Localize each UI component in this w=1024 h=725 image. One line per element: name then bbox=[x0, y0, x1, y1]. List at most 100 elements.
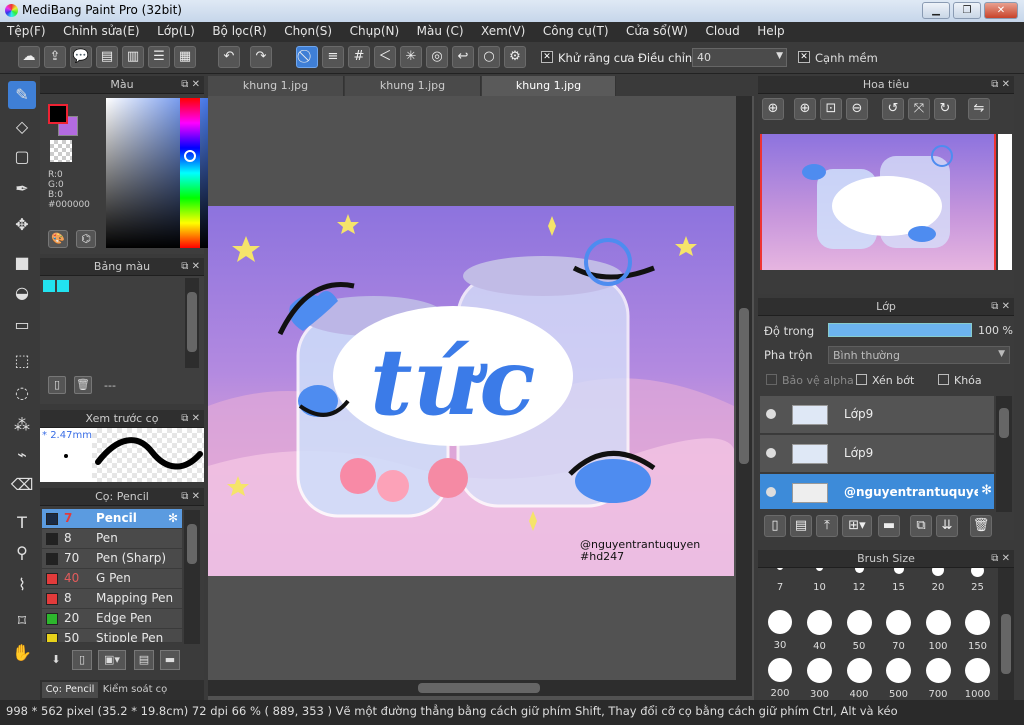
gear-icon[interactable]: ✻ bbox=[168, 511, 178, 525]
brush-tool-icon[interactable]: ✎ bbox=[8, 81, 36, 109]
tab-document-1[interactable]: khung 1.jpg bbox=[208, 76, 344, 96]
grid-snap-icon[interactable]: # bbox=[348, 46, 370, 68]
fit-screen-icon[interactable]: ⤧ bbox=[908, 98, 930, 120]
brush-size-option[interactable]: 300 bbox=[800, 654, 840, 700]
cloud-icon[interactable]: ☁ bbox=[18, 46, 40, 68]
page-icon[interactable]: ▤ bbox=[96, 46, 118, 68]
antialias-checkbox[interactable]: ✕ bbox=[541, 51, 553, 63]
panel-close-icon[interactable]: ⧉ ✕ bbox=[991, 550, 1010, 568]
new-layer-icon[interactable]: ▯ bbox=[764, 515, 786, 537]
concentric-snap-icon[interactable]: ◎ bbox=[426, 46, 448, 68]
brush-item-mapping-pen[interactable]: 8 Mapping Pen bbox=[42, 589, 182, 609]
artwork[interactable]: tức @nguyentrantuquyen #hd247 bbox=[208, 206, 734, 576]
brush-size-scrollbar[interactable] bbox=[998, 568, 1014, 700]
menu-edit[interactable]: Chỉnh sửa(E) bbox=[56, 22, 147, 42]
soft-edge-checkbox[interactable]: ✕ bbox=[798, 51, 810, 63]
rotate-left-icon[interactable]: ↺ bbox=[882, 98, 904, 120]
circle-snap-icon[interactable]: ○ bbox=[478, 46, 500, 68]
palette-swatch[interactable] bbox=[57, 280, 69, 292]
scroll-thumb[interactable] bbox=[999, 408, 1009, 438]
menu-snap[interactable]: Chụp(N) bbox=[343, 22, 407, 42]
panel-close-icon[interactable]: ⧉ ✕ bbox=[181, 258, 200, 276]
perspective-snap-icon[interactable]: ＜ bbox=[374, 46, 396, 68]
protect-alpha-checkbox[interactable] bbox=[766, 374, 777, 385]
brush-options-icon[interactable]: ▣▾ bbox=[98, 650, 126, 670]
add-layer-options-icon[interactable]: ⊞▾ bbox=[842, 515, 872, 537]
select-eraser-icon[interactable]: ⌫ bbox=[8, 471, 36, 499]
opacity-slider[interactable] bbox=[828, 323, 972, 337]
hand-tool-icon[interactable]: ✋ bbox=[8, 639, 36, 667]
layer-row[interactable]: Lớp9 bbox=[760, 435, 994, 473]
menu-select[interactable]: Chọn(S) bbox=[277, 22, 339, 42]
brush-size-option[interactable]: 500 bbox=[879, 654, 919, 700]
clipping-checkbox[interactable] bbox=[856, 374, 867, 385]
palette-scrollbar[interactable] bbox=[185, 278, 199, 368]
panel-close-icon[interactable]: ⧉ ✕ bbox=[181, 76, 200, 94]
brush-size-option[interactable]: 700 bbox=[918, 654, 958, 700]
panel-close-icon[interactable]: ⧉ ✕ bbox=[991, 298, 1010, 316]
brush-size-option[interactable]: 200 bbox=[760, 654, 800, 700]
rotate-right-icon[interactable]: ↻ bbox=[934, 98, 956, 120]
menu-window[interactable]: Cửa sổ(W) bbox=[619, 22, 695, 42]
transparent-swatch[interactable] bbox=[50, 140, 72, 162]
layer-row-selected[interactable]: @nguyentrantuquyen ✻ bbox=[760, 474, 994, 510]
flip-icon[interactable]: ⇋ bbox=[968, 98, 990, 120]
eye-icon[interactable] bbox=[766, 448, 776, 458]
brush-settings-icon[interactable]: ▤ bbox=[134, 650, 154, 670]
scroll-thumb[interactable] bbox=[187, 524, 197, 564]
rectangle-tool-icon[interactable]: ▢ bbox=[8, 143, 36, 171]
menu-filter[interactable]: Bộ lọc(R) bbox=[205, 22, 273, 42]
layout-icon[interactable]: ▦ bbox=[174, 46, 196, 68]
brush-size-option[interactable]: 30 bbox=[760, 606, 800, 656]
hue-slider[interactable] bbox=[180, 98, 200, 248]
lock-checkbox[interactable] bbox=[938, 374, 949, 385]
brush-item-pencil[interactable]: 7 Pencil ✻ bbox=[42, 509, 182, 529]
panel-close-icon[interactable]: ⧉ ✕ bbox=[181, 488, 200, 506]
menu-color[interactable]: Màu (C) bbox=[410, 22, 471, 42]
eye-icon[interactable] bbox=[766, 487, 776, 497]
select-rect-icon[interactable]: ⬚ bbox=[8, 347, 36, 375]
primary-color-swatch[interactable] bbox=[48, 104, 68, 124]
brush-size-option[interactable]: 100 bbox=[918, 606, 958, 656]
bucket-tool-icon[interactable]: ◒ bbox=[8, 279, 36, 307]
canvas-horizontal-scrollbar[interactable] bbox=[208, 680, 752, 696]
brush-item-stipple-pen[interactable]: 50 Stipple Pen bbox=[42, 629, 182, 643]
eraser-tool-icon[interactable]: ◇ bbox=[8, 113, 36, 141]
hue-slider-handle[interactable] bbox=[184, 150, 196, 162]
move-tool-icon[interactable]: ✥ bbox=[8, 211, 36, 239]
tab-brush-control[interactable]: Kiểm soát cọ bbox=[100, 682, 170, 698]
trash-icon[interactable]: 🗑 bbox=[970, 515, 992, 537]
menu-layer[interactable]: Lớp(L) bbox=[150, 22, 202, 42]
scroll-thumb[interactable] bbox=[418, 683, 540, 693]
gradient-tool-icon[interactable]: ▭ bbox=[8, 311, 36, 339]
eyedropper-tool-icon[interactable]: ⌇ bbox=[8, 571, 36, 599]
zoom-actual-icon[interactable]: ⊡ bbox=[820, 98, 842, 120]
menu-tools[interactable]: Công cụ(T) bbox=[536, 22, 616, 42]
folder-icon[interactable]: ▬ bbox=[878, 515, 900, 537]
canvas-area[interactable]: tức @nguyentrantuquyen #hd247 bbox=[208, 96, 754, 700]
lasso-tool-icon[interactable]: ◌ bbox=[8, 379, 36, 407]
zoom-in-icon[interactable]: ⊕ bbox=[794, 98, 816, 120]
new-8bit-layer-icon[interactable]: ⤒ bbox=[816, 515, 838, 537]
comment-icon[interactable]: 💬 bbox=[70, 46, 92, 68]
brush-size-option[interactable]: 1000 bbox=[958, 654, 998, 700]
select-pen-icon[interactable]: ⌁ bbox=[8, 441, 36, 469]
scroll-thumb[interactable] bbox=[1001, 614, 1011, 674]
palette-icon[interactable]: 🎨 bbox=[48, 230, 68, 248]
menu-file[interactable]: Tệp(F) bbox=[0, 22, 53, 42]
brush-size-option[interactable]: 400 bbox=[839, 654, 879, 700]
gear-icon[interactable]: ✻ bbox=[981, 483, 992, 498]
scroll-thumb[interactable] bbox=[739, 308, 749, 464]
brush-item-pen-sharp[interactable]: 70 Pen (Sharp) bbox=[42, 549, 182, 569]
undo-icon[interactable]: ↶ bbox=[218, 46, 240, 68]
pen-tool-icon[interactable]: ✒ bbox=[8, 175, 36, 203]
parallel-snap-icon[interactable]: ≡ bbox=[322, 46, 344, 68]
layer-row[interactable]: Lớp9 bbox=[760, 396, 994, 434]
gear-icon[interactable]: ⚙ bbox=[504, 46, 526, 68]
tab-brush[interactable]: Cọ: Pencil bbox=[42, 682, 98, 698]
snap-off-icon[interactable]: ⃠ bbox=[296, 46, 318, 68]
tab-document-2[interactable]: khung 1.jpg bbox=[345, 76, 481, 96]
new-halftone-layer-icon[interactable]: ▤ bbox=[790, 515, 812, 537]
eye-icon[interactable] bbox=[766, 409, 776, 419]
menu-help[interactable]: Help bbox=[750, 22, 791, 42]
